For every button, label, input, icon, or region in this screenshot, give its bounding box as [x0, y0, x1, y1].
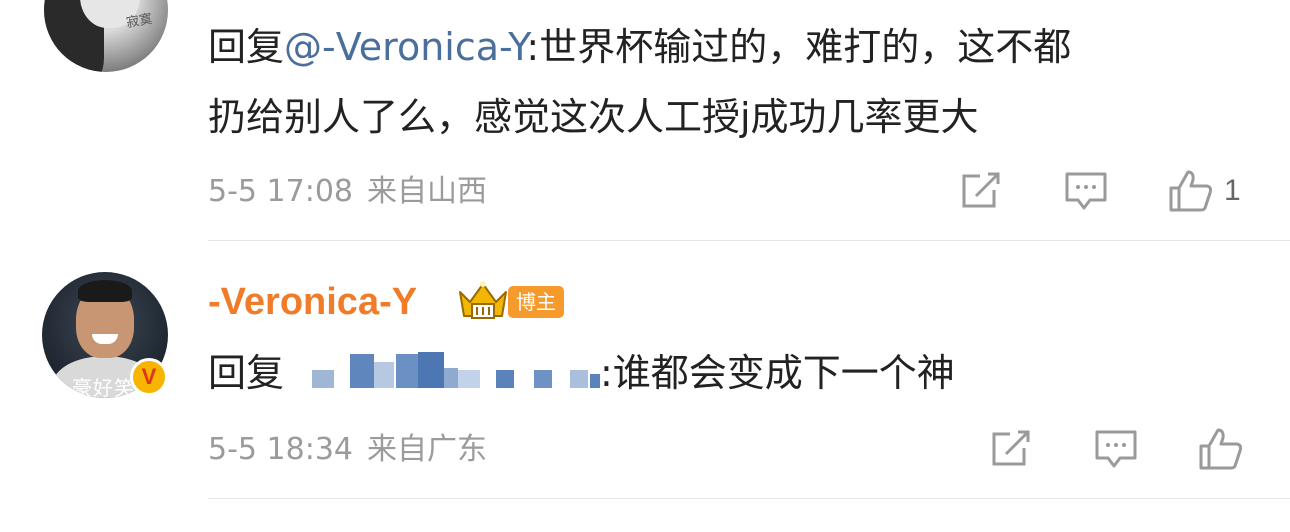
- avatar-watermark: 寂寞: [125, 11, 154, 32]
- divider: [208, 498, 1290, 499]
- avatar[interactable]: 寂寞: [44, 0, 168, 72]
- avatar-watermark: 豪好笑: [72, 376, 135, 398]
- comment-icon: [1065, 172, 1107, 210]
- share-button[interactable]: [988, 428, 1032, 468]
- comment-text-line-1: 回复@-Veronica-Y:世界杯输过的，难打的，这不都: [208, 22, 1071, 72]
- location: 来自山西: [367, 174, 487, 209]
- reply-prefix: 回复: [208, 25, 285, 69]
- share-button[interactable]: [958, 170, 1002, 210]
- like-count: 1: [1224, 174, 1241, 207]
- comment-text: :世界杯输过的，难打的，这不都: [526, 25, 1072, 69]
- comment-meta: 5-5 17:08 来自山西: [208, 172, 487, 212]
- reply-prefix: 回复: [208, 351, 285, 395]
- verified-badge: V: [130, 358, 168, 396]
- comment-button[interactable]: [1094, 428, 1138, 470]
- blogger-badge: 博主: [508, 286, 564, 318]
- like-button[interactable]: 1: [1168, 168, 1241, 214]
- crown-icon: [459, 281, 507, 319]
- comment-text-line-2: 扔给别人了么，感觉这次人工授j成功几率更大: [208, 95, 979, 139]
- like-icon: [1199, 428, 1243, 470]
- mention-link[interactable]: @-Veronica-Y: [284, 25, 526, 69]
- divider: [208, 240, 1290, 241]
- comment-button[interactable]: [1064, 170, 1108, 212]
- comment-icon: [1095, 430, 1137, 468]
- comment-meta: 5-5 18:34 来自广东: [208, 430, 487, 470]
- username[interactable]: -Veronica-Y: [208, 277, 417, 327]
- timestamp: 5-5 18:34: [208, 432, 353, 467]
- share-icon: [962, 172, 1000, 208]
- share-icon: [992, 430, 1030, 466]
- comment-text: :谁都会变成下一个神: [600, 351, 955, 395]
- timestamp: 5-5 17:08: [208, 174, 353, 209]
- like-button[interactable]: [1198, 426, 1244, 472]
- location: 来自广东: [367, 432, 487, 467]
- like-icon: [1169, 170, 1213, 212]
- redacted-username: [308, 352, 600, 392]
